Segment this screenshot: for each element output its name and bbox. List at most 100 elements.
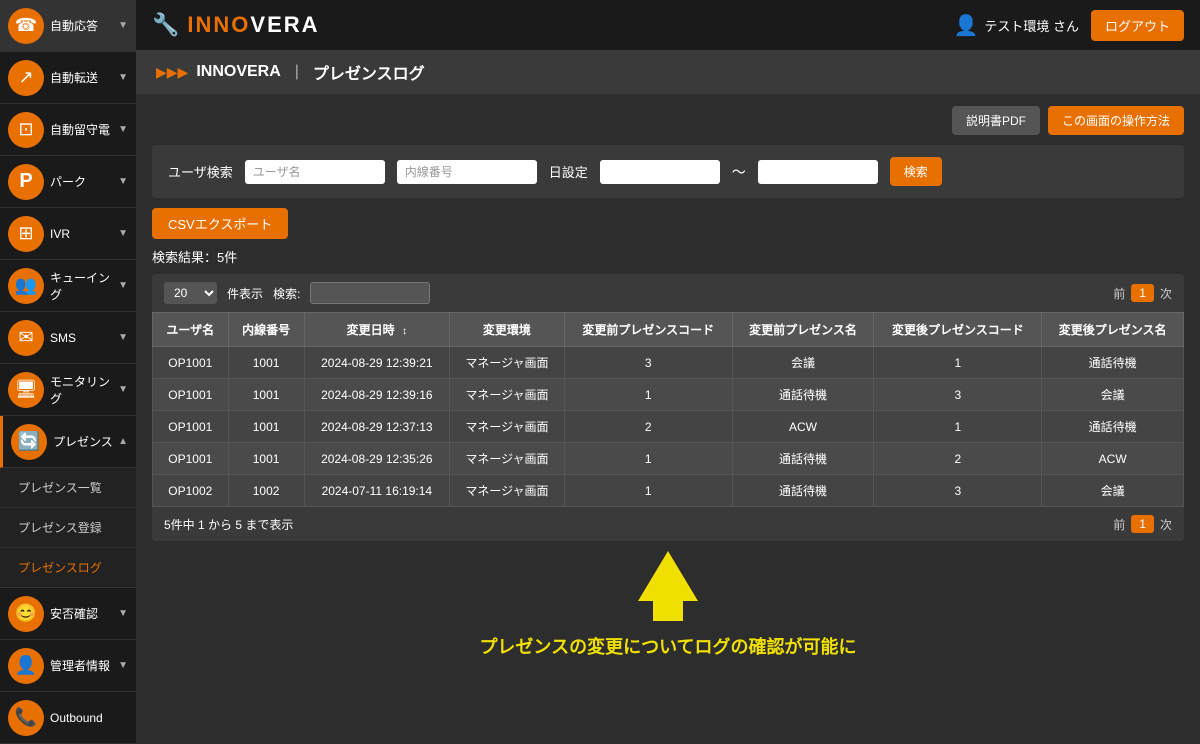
- sidebar-item-label: 自動応答: [50, 17, 118, 34]
- table-cell: OP1001: [153, 411, 229, 443]
- table-cell: 1001: [228, 379, 304, 411]
- current-page-bottom: 1: [1131, 515, 1154, 533]
- table-cell: OP1001: [153, 379, 229, 411]
- chevron-icon: ▼: [118, 608, 128, 619]
- chevron-icon: ▼: [118, 384, 128, 395]
- table-cell: 会議: [1042, 379, 1184, 411]
- chevron-icon: ▼: [118, 176, 128, 187]
- outbound-icon: 📞: [8, 700, 44, 736]
- table-cell: 2024-08-29 12:37:13: [304, 411, 450, 443]
- breadcrumb-root: INNOVERA: [196, 63, 280, 81]
- sidebar-item-monitoring[interactable]: 🖥 モニタリング ▼: [0, 364, 136, 416]
- chevron-icon: ▼: [118, 332, 128, 343]
- table-cell: 会議: [732, 347, 874, 379]
- table-body: OP100110012024-08-29 12:39:21マネージャ画面3会議1…: [153, 347, 1184, 507]
- header: 🔧 INNOVERA 👤 テスト環境 さん ログアウト: [136, 0, 1200, 50]
- sidebar-item-auto-response[interactable]: ☎ 自動応答 ▼: [0, 0, 136, 52]
- table-cell: 2024-08-29 12:39:16: [304, 379, 450, 411]
- sidebar-item-admin[interactable]: 👤 管理者情報 ▼: [0, 640, 136, 692]
- sidebar: ☎ 自動応答 ▼ ↗ 自動転送 ▼ ⊡ 自動留守電 ▼ P パーク ▼ ⊞ IV…: [0, 0, 136, 744]
- table-cell: 3: [874, 475, 1042, 507]
- next-page-button-bottom[interactable]: 次: [1160, 516, 1172, 533]
- table-cell: 1: [874, 411, 1042, 443]
- safety-icon: 😊: [8, 596, 44, 632]
- sidebar-item-safety[interactable]: 😊 安否確認 ▼: [0, 588, 136, 640]
- chevron-icon: ▼: [118, 280, 128, 291]
- logout-button[interactable]: ログアウト: [1091, 10, 1184, 41]
- sidebar-item-presence-list[interactable]: プレゼンス一覧: [0, 468, 136, 508]
- username-input[interactable]: [245, 160, 385, 184]
- sidebar-item-presence-register[interactable]: プレゼンス登録: [0, 508, 136, 548]
- table-cell: OP1001: [153, 443, 229, 475]
- table-cell: 1001: [228, 347, 304, 379]
- table-cell: 1: [874, 347, 1042, 379]
- chevron-icon: ▼: [118, 124, 128, 135]
- search-label: 検索:: [273, 285, 300, 302]
- table-container: 20 50 100 件表示 検索: 前 1 次 ユーザ名 内線番: [152, 274, 1184, 541]
- table-cell: 3: [874, 379, 1042, 411]
- table-row: OP100110012024-08-29 12:39:21マネージャ画面3会議1…: [153, 347, 1184, 379]
- sidebar-item-label: プレゼンス: [53, 433, 118, 450]
- annotation-area: プレゼンスの変更についてログの確認が可能に: [152, 551, 1184, 659]
- how-to-button[interactable]: この画面の操作方法: [1048, 106, 1184, 135]
- sidebar-item-presence[interactable]: 🔄 プレゼンス ▲: [0, 416, 136, 468]
- arrow-stem: [653, 601, 683, 621]
- user-icon: 👤: [953, 13, 978, 38]
- sidebar-item-label: 管理者情報: [50, 657, 118, 674]
- sidebar-item-sms[interactable]: ✉ SMS ▼: [0, 312, 136, 364]
- prev-page-button[interactable]: 前: [1113, 285, 1125, 302]
- table-cell: 2: [874, 443, 1042, 475]
- csv-export-button[interactable]: CSVエクスポート: [152, 208, 288, 239]
- manual-pdf-button[interactable]: 説明書PDF: [952, 106, 1040, 135]
- next-page-button[interactable]: 次: [1160, 285, 1172, 302]
- col-username: ユーザ名: [153, 313, 229, 347]
- sidebar-sub-label: プレゼンス一覧: [18, 479, 102, 496]
- table-controls: 20 50 100 件表示 検索: 前 1 次: [152, 274, 1184, 312]
- sidebar-item-label: IVR: [50, 227, 118, 241]
- sidebar-item-outbound[interactable]: 📞 Outbound: [0, 692, 136, 744]
- table-cell: マネージャ画面: [450, 475, 565, 507]
- table-cell: ACW: [732, 411, 874, 443]
- sidebar-item-presence-log[interactable]: プレゼンスログ: [0, 548, 136, 588]
- table-cell: 2024-07-11 16:19:14: [304, 475, 450, 507]
- table-cell: 1: [564, 443, 732, 475]
- table-footer: 5件中 1 から 5 まで表示 前 1 次: [152, 507, 1184, 541]
- sidebar-item-ivr[interactable]: ⊞ IVR ▼: [0, 208, 136, 260]
- date-to-input[interactable]: [758, 160, 878, 184]
- sidebar-item-label: モニタリング: [50, 373, 118, 407]
- table-header-row: ユーザ名 内線番号 変更日時 ↕ 変更環境 変更前プレゼンスコード 変更前プレゼ…: [153, 313, 1184, 347]
- col-before-code: 変更前プレゼンスコード: [564, 313, 732, 347]
- prev-page-button-bottom[interactable]: 前: [1113, 516, 1125, 533]
- table-cell: 会議: [1042, 475, 1184, 507]
- table-cell: 通話待機: [732, 443, 874, 475]
- logo: 🔧 INNOVERA: [152, 12, 320, 38]
- sms-icon: ✉: [8, 320, 44, 356]
- sidebar-item-label: パーク: [50, 173, 118, 190]
- user-name: テスト環境 さん: [984, 16, 1079, 35]
- col-extension: 内線番号: [228, 313, 304, 347]
- table-cell: 1001: [228, 411, 304, 443]
- sidebar-item-queuing[interactable]: 👥 キューイング ▼: [0, 260, 136, 312]
- table-cell: ACW: [1042, 443, 1184, 475]
- table-search-input[interactable]: [310, 282, 430, 304]
- park-icon: P: [8, 164, 44, 200]
- search-row: ユーザ検索 日設定 ～ 検索: [168, 157, 1168, 186]
- sidebar-item-label: キューイング: [50, 269, 118, 303]
- sidebar-item-auto-forward[interactable]: ↗ 自動転送 ▼: [0, 52, 136, 104]
- per-page-select[interactable]: 20 50 100: [164, 282, 217, 304]
- pagination-bottom: 前 1 次: [1113, 515, 1172, 533]
- search-button[interactable]: 検索: [890, 157, 942, 186]
- sidebar-item-park[interactable]: P パーク ▼: [0, 156, 136, 208]
- chevron-icon: ▼: [118, 660, 128, 671]
- extension-input[interactable]: [397, 160, 537, 184]
- date-from-input[interactable]: [600, 160, 720, 184]
- table-cell: 2024-08-29 12:39:21: [304, 347, 450, 379]
- sidebar-item-voicemail[interactable]: ⊡ 自動留守電 ▼: [0, 104, 136, 156]
- content-area: 説明書PDF この画面の操作方法 ユーザ検索 日設定 ～ 検索 CSVエクスポー…: [136, 94, 1200, 744]
- arrow-up: [638, 551, 698, 601]
- col-change-time[interactable]: 変更日時 ↕: [304, 313, 450, 347]
- sidebar-sub-label: プレゼンス登録: [18, 519, 102, 536]
- sidebar-item-label: Outbound: [50, 711, 128, 725]
- auto-response-icon: ☎: [8, 8, 44, 44]
- current-page: 1: [1131, 284, 1154, 302]
